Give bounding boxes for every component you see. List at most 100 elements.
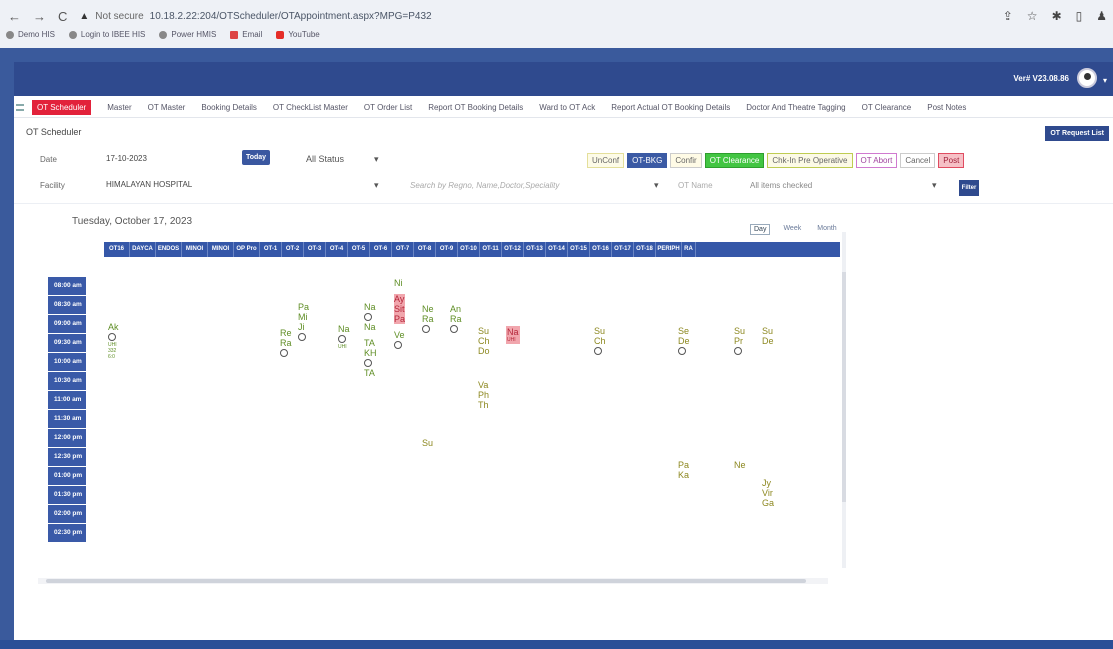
booking-entry[interactable]: Re Ra — [280, 328, 292, 358]
bookmark-item[interactable]: Demo HIS — [6, 30, 55, 39]
booking-entry[interactable]: Su Pr — [734, 326, 745, 356]
url-text[interactable]: 10.18.2.22:204/OTScheduler/OTAppointment… — [150, 11, 432, 22]
avatar[interactable] — [1077, 68, 1097, 88]
theatre-header: OT-6 — [370, 242, 392, 257]
tab-booking-details[interactable]: Booking Details — [201, 103, 257, 112]
clock-icon — [594, 347, 602, 355]
booking-entry[interactable]: Su De — [762, 326, 774, 346]
status-select[interactable]: All Status — [306, 154, 344, 164]
reload-icon[interactable]: C — [58, 9, 67, 24]
status-cancel[interactable]: Cancel — [900, 153, 936, 168]
bookmark-item[interactable]: YouTube — [276, 30, 320, 39]
not-secure-label: Not secure — [95, 10, 144, 22]
profile-icon[interactable]: ♟ — [1096, 9, 1107, 23]
chevron-down-icon[interactable]: ▾ — [1103, 76, 1107, 85]
tab-post-notes[interactable]: Post Notes — [927, 103, 966, 112]
booking-entry[interactable]: Ni Ay Sit Pa Ve — [394, 278, 406, 350]
theatre-header: OT-2 — [282, 242, 304, 257]
tab-ot-order-list[interactable]: OT Order List — [364, 103, 412, 112]
today-button[interactable]: Today — [242, 150, 270, 165]
booking-entry[interactable]: Ne — [734, 460, 746, 470]
time-slot-label: 10:00 am — [48, 353, 86, 371]
sidebar-icon[interactable]: ▯ — [1076, 9, 1083, 23]
status-confir[interactable]: Confir — [670, 153, 702, 168]
status-chk-in[interactable]: Chk-In Pre Operative — [767, 153, 853, 168]
chevron-down-icon[interactable]: ▾ — [374, 154, 379, 165]
tab-ot-checklist-master[interactable]: OT CheckList Master — [273, 103, 348, 112]
booking-entry[interactable]: Ne Ra — [422, 304, 434, 334]
booking-entry[interactable]: Su Ch — [594, 326, 606, 356]
forward-icon[interactable]: → — [33, 9, 46, 24]
theatre-header: OT-1 — [260, 242, 282, 257]
status-unconf[interactable]: UnConf — [587, 153, 625, 168]
bookmark-item[interactable]: Email — [230, 30, 262, 39]
tab-report-actual-ot[interactable]: Report Actual OT Booking Details — [611, 103, 730, 112]
horizontal-scrollbar[interactable] — [38, 578, 828, 584]
address-bar: ← → C ▲ Not secure 10.18.2.22:204/OTSche… — [8, 6, 432, 26]
booking-entry[interactable]: Ak UHI 332 6:0 — [108, 322, 119, 360]
view-week-button[interactable]: Week — [780, 224, 804, 235]
star-icon[interactable]: ☆ — [1027, 9, 1038, 23]
status-post[interactable]: Post — [938, 153, 965, 168]
scheduler-grid: OT16 DAYCA ENDOS MINOI MINOI OP Pro OT-1 OT-2 OT… — [48, 242, 840, 578]
filter-button[interactable]: Filter — [959, 180, 979, 196]
version-label: Ver# V23.08.86 — [1013, 74, 1069, 83]
time-slot-label: 12:30 pm — [48, 448, 86, 466]
theatre-header: RA — [682, 242, 696, 257]
booking-posted[interactable]: Na UHI — [506, 326, 520, 344]
chevron-down-icon[interactable]: ▾ — [932, 180, 937, 191]
clock-icon — [394, 341, 402, 349]
booking-entry[interactable]: Jy Vir Ga — [762, 478, 774, 508]
calendar-date-header: Tuesday, October 17, 2023 — [72, 216, 193, 227]
tab-ot-scheduler[interactable]: OT Scheduler — [32, 100, 92, 115]
facility-label: Facility — [40, 181, 65, 190]
booking-entry[interactable]: Pa Mi Ji — [298, 302, 309, 342]
tab-ward-to-ot[interactable]: Ward to OT Ack — [539, 103, 595, 112]
chevron-down-icon[interactable]: ▾ — [374, 180, 379, 191]
booking-entry[interactable]: Na Na TA KH TA — [364, 302, 377, 378]
status-ot-clearance[interactable]: OT Clearance — [704, 153, 765, 168]
booking-entry[interactable]: An Ra — [450, 304, 462, 334]
booking-entry[interactable]: Se De — [678, 326, 690, 356]
booking-entry[interactable]: Su Ch Do Va Ph Th — [478, 326, 490, 410]
booking-entry[interactable]: Su — [422, 438, 433, 448]
bookmark-item[interactable]: Login to IBEE HIS — [68, 30, 145, 39]
date-field[interactable]: 17-10-2023 — [106, 154, 147, 163]
gmail-icon — [230, 30, 239, 39]
back-icon[interactable]: ← — [8, 9, 21, 24]
chevron-down-icon[interactable]: ▾ — [654, 180, 659, 191]
tab-doctor-theatre-tagging[interactable]: Doctor And Theatre Tagging — [746, 103, 845, 112]
time-slot-label: 02:00 pm — [48, 505, 86, 523]
tab-ot-clearance[interactable]: OT Clearance — [862, 103, 912, 112]
theatre-header: OT-8 — [414, 242, 436, 257]
clock-icon — [734, 347, 742, 355]
tab-master[interactable]: Master — [107, 103, 131, 112]
tab-ot-master[interactable]: OT Master — [148, 103, 186, 112]
browser-icons: ⇪ ☆ ✱ ▯ ♟ — [1003, 9, 1107, 23]
url-field[interactable]: ▲ Not secure 10.18.2.22:204/OTScheduler/… — [79, 11, 431, 22]
clock-icon — [280, 349, 288, 357]
ot-request-list-button[interactable]: OT Request List — [1045, 126, 1109, 141]
extensions-icon[interactable]: ✱ — [1052, 9, 1062, 23]
booking-posted[interactable]: Ay Sit Pa — [394, 294, 406, 324]
time-slot-label: 10:30 am — [48, 372, 86, 390]
search-input[interactable]: Search by Regno, Name,Doctor,Speciality — [410, 181, 559, 190]
clock-icon — [422, 325, 430, 333]
vertical-scrollbar[interactable] — [842, 232, 846, 568]
view-month-button[interactable]: Month — [814, 224, 839, 235]
status-ot-bkg[interactable]: OT-BKG — [627, 153, 668, 168]
booking-entry[interactable]: Pa Ka — [678, 460, 689, 480]
status-ot-abort[interactable]: OT Abort — [855, 153, 898, 168]
theatre-header: PERIPH — [656, 242, 682, 257]
facility-field[interactable]: HIMALAYAN HOSPITAL — [106, 180, 192, 189]
hamburger-icon[interactable] — [16, 104, 24, 111]
globe-icon — [6, 30, 14, 39]
view-day-button[interactable]: Day — [750, 224, 771, 235]
ot-name-select[interactable]: All items checked — [750, 181, 812, 190]
bookmark-item[interactable]: Power HMIS — [159, 30, 216, 39]
tab-report-ot-booking[interactable]: Report OT Booking Details — [428, 103, 523, 112]
share-icon[interactable]: ⇪ — [1003, 9, 1013, 23]
clock-icon — [450, 325, 458, 333]
clock-icon — [338, 335, 346, 343]
booking-entry[interactable]: Na UHI — [338, 324, 350, 350]
